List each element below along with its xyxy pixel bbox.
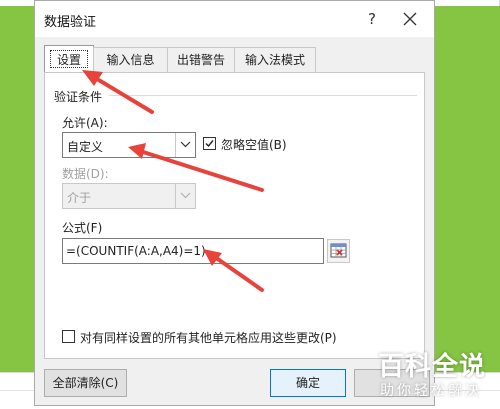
tab-label: 输入法模式 (244, 53, 305, 67)
watermark-title: 百科全说 (378, 352, 487, 382)
formula-input[interactable]: =(COUNTIF(A:A,A4)=1) (62, 238, 324, 264)
checkmark-icon (205, 140, 214, 148)
dialog-title: 数据验证 (44, 15, 97, 30)
close-icon (403, 12, 417, 26)
tab-label: 出错警告 (176, 53, 225, 67)
chevron-down-icon (180, 141, 191, 148)
clear-all-button[interactable]: 全部清除(C) (44, 369, 127, 397)
ignore-blank-label[interactable]: 忽略空值(B) (221, 136, 287, 153)
section-divider (109, 95, 417, 96)
close-button[interactable] (398, 7, 422, 31)
formula-label: 公式(F) (62, 221, 103, 235)
range-select-icon (330, 243, 347, 258)
data-dropdown-arrow[interactable] (175, 184, 195, 208)
watermark-subtitle: 助你轻松解决 (380, 383, 482, 399)
data-label: 数据(D): (62, 167, 109, 181)
spreadsheet-cell (435, 0, 500, 6)
tab-input-message[interactable]: 输入信息 (93, 47, 168, 72)
watermark-logo: 百科全说 助你轻松解决 (360, 336, 500, 408)
apply-all-label[interactable]: 对有同样设置的所有其他单元格应用这些更改(P) (80, 329, 337, 346)
tab-ime-mode[interactable]: 输入法模式 (234, 47, 316, 72)
spreadsheet-cell (0, 0, 35, 6)
allow-select[interactable]: 自定义 (62, 132, 196, 158)
chevron-down-icon (180, 192, 191, 199)
allow-value: 自定义 (67, 140, 104, 154)
formula-value: =(COUNTIF(A:A,A4)=1) (66, 244, 206, 258)
section-title: 验证条件 (54, 90, 103, 104)
tab-label: 输入信息 (106, 53, 155, 67)
allow-label: 允许(A): (62, 116, 108, 130)
help-button[interactable]: ? (360, 7, 384, 31)
tab-error-alert[interactable]: 出错警告 (167, 47, 235, 72)
title-bar: 数据验证 ? (35, 1, 434, 37)
data-value: 介于 (67, 191, 92, 205)
data-select[interactable]: 介于 (62, 183, 196, 209)
ok-button[interactable]: 确定 (270, 369, 346, 397)
apply-all-checkbox[interactable] (62, 330, 75, 343)
settings-panel: 验证条件 允许(A): 自定义 忽略空值(B) 数据(D): 介于 公式(F) … (44, 72, 425, 359)
tab-focus-ring (50, 50, 88, 68)
range-select-button[interactable] (327, 239, 350, 263)
allow-dropdown-arrow[interactable] (175, 133, 195, 157)
tab-settings[interactable]: 设置 (44, 45, 94, 73)
ignore-blank-checkbox[interactable] (203, 137, 216, 150)
